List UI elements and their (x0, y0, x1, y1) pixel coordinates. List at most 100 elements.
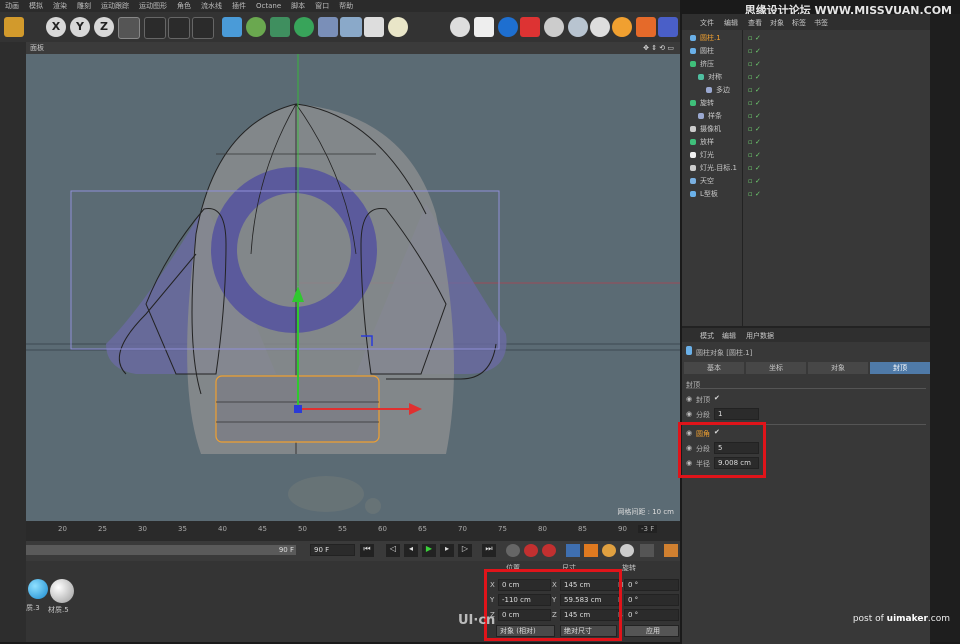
menu-item-animate[interactable]: 动画 (0, 0, 24, 12)
render-picture-viewer-icon[interactable] (168, 17, 190, 39)
play-icon[interactable]: ▶ (422, 544, 436, 557)
menu-edit-attr[interactable]: 编辑 (722, 331, 736, 341)
light-icon[interactable] (388, 17, 408, 37)
caps-checkbox[interactable]: ✔ (714, 394, 720, 402)
menu-item-character[interactable]: 角色 (172, 0, 196, 12)
menu-item-script[interactable]: 脚本 (286, 0, 310, 12)
menu-item-octane[interactable]: Octane (251, 0, 286, 12)
timeline-ruler[interactable]: 20 25 30 35 40 45 50 55 60 65 70 75 80 8… (26, 521, 680, 541)
menu-item-help[interactable]: 帮助 (334, 0, 358, 12)
rot-h-field[interactable]: 0 ° (624, 579, 679, 591)
pen-icon[interactable] (246, 17, 266, 37)
visibility-check-icon[interactable]: ▫ ✓ (748, 162, 761, 175)
object-row[interactable]: 摄像机 ▫ ✓ (682, 123, 930, 136)
menu-file[interactable]: 文件 (700, 18, 714, 28)
object-name[interactable]: 样条 (708, 110, 722, 123)
render-view-icon[interactable] (144, 17, 166, 39)
object-name[interactable]: 灯光 (700, 149, 714, 162)
menu-item-mograph[interactable]: 运动图形 (134, 0, 172, 12)
next-frame-icon[interactable]: ▸ (440, 544, 454, 557)
octane-light-icon[interactable] (474, 17, 494, 37)
axis-z-button[interactable]: Z (94, 17, 114, 37)
object-name[interactable]: 挤压 (700, 58, 714, 71)
tab-basic[interactable]: 基本 (684, 362, 744, 374)
visibility-check-icon[interactable]: ▫ ✓ (748, 175, 761, 188)
coordinate-system-icon[interactable] (118, 17, 140, 39)
key-pla-icon[interactable] (640, 544, 654, 557)
object-name[interactable]: L型板 (700, 188, 718, 201)
object-name[interactable]: 摄像机 (700, 123, 721, 136)
visibility-check-icon[interactable]: ▫ ✓ (748, 110, 761, 123)
cloner-icon[interactable] (294, 17, 314, 37)
prev-key-icon[interactable]: ◁ (386, 544, 400, 557)
floor-icon[interactable] (340, 17, 362, 37)
octane-settings-icon[interactable] (658, 17, 678, 37)
visibility-check-icon[interactable]: ▫ ✓ (748, 32, 761, 45)
object-name[interactable]: 灯光.目标.1 (700, 162, 737, 175)
prev-frame-icon[interactable]: ◂ (404, 544, 418, 557)
menu-item-simulate[interactable]: 模拟 (24, 0, 48, 12)
menu-userdata[interactable]: 用户数据 (746, 331, 774, 341)
object-row[interactable]: 灯光 ▫ ✓ (682, 149, 930, 162)
current-frame-field[interactable]: -3 F (638, 525, 658, 533)
octane-glossy-icon[interactable] (590, 17, 610, 37)
visibility-check-icon[interactable]: ▫ ✓ (748, 123, 761, 136)
cap-segments-radio-icon[interactable]: ◉ (686, 410, 692, 418)
viewport-title[interactable]: 面板 (26, 44, 44, 52)
menu-item-window[interactable]: 窗口 (310, 0, 334, 12)
visibility-check-icon[interactable]: ▫ ✓ (748, 136, 761, 149)
object-row[interactable]: 天空 ▫ ✓ (682, 175, 930, 188)
visibility-check-icon[interactable]: ▫ ✓ (748, 188, 761, 201)
camera-icon[interactable] (364, 17, 384, 37)
key-position-icon[interactable] (566, 544, 580, 557)
record-disabled-icon[interactable] (506, 544, 520, 557)
object-name[interactable]: 多边 (716, 84, 730, 97)
next-key-icon[interactable]: ▷ (458, 544, 472, 557)
rot-b-field[interactable]: 0 ° (624, 609, 679, 621)
menu-item-pipeline[interactable]: 流水线 (196, 0, 227, 12)
axis-y-button[interactable]: Y (70, 17, 90, 37)
viewport-nav-icon[interactable]: ✥ ⇕ ⟲ ▭ (639, 42, 674, 54)
menu-view[interactable]: 查看 (748, 18, 762, 28)
key-rotation-icon[interactable] (602, 544, 616, 557)
cap-segments-field[interactable]: 1 (714, 408, 759, 420)
visibility-check-icon[interactable]: ▫ ✓ (748, 97, 761, 110)
octane-contrast-icon[interactable] (498, 17, 518, 37)
object-row[interactable]: 灯光.目标.1 ▫ ✓ (682, 162, 930, 175)
menu-item-plugins[interactable]: 插件 (227, 0, 251, 12)
object-row[interactable]: 多边 ▫ ✓ (682, 84, 930, 97)
menu-item-render[interactable]: 渲染 (48, 0, 72, 12)
record-active-icon[interactable] (524, 544, 538, 557)
object-row[interactable]: 样条 ▫ ✓ (682, 110, 930, 123)
visibility-check-icon[interactable]: ▫ ✓ (748, 45, 761, 58)
apply-button[interactable]: 应用 (624, 625, 679, 637)
end-frame-field[interactable]: 90 F (310, 544, 355, 556)
octane-scatter-icon[interactable] (636, 17, 656, 37)
goto-start-icon[interactable]: ⏮ (360, 544, 374, 557)
object-row[interactable]: 对称 ▫ ✓ (682, 71, 930, 84)
object-name[interactable]: 圆柱 (700, 45, 714, 58)
octane-target-icon[interactable] (450, 17, 470, 37)
key-param-icon[interactable] (620, 544, 634, 557)
tab-coordinates[interactable]: 坐标 (746, 362, 806, 374)
menu-mode[interactable]: 模式 (700, 331, 714, 341)
octane-material-icon[interactable] (568, 17, 588, 37)
object-row[interactable]: 旋转 ▫ ✓ (682, 97, 930, 110)
viewport[interactable]: 网格间距 : 10 cm (26, 54, 680, 521)
menu-item-tracking[interactable]: 运动跟踪 (96, 0, 134, 12)
object-row[interactable]: 放样 ▫ ✓ (682, 136, 930, 149)
octane-sun-icon[interactable] (612, 17, 632, 37)
tab-caps[interactable]: 封顶 (870, 362, 930, 374)
goto-end-icon[interactable]: ⏭ (482, 544, 496, 557)
object-name[interactable]: 天空 (700, 175, 714, 188)
octane-camera-icon[interactable] (520, 17, 540, 37)
menu-edit[interactable]: 编辑 (724, 18, 738, 28)
visibility-check-icon[interactable]: ▫ ✓ (748, 84, 761, 97)
visibility-check-icon[interactable]: ▫ ✓ (748, 58, 761, 71)
caps-radio-icon[interactable]: ◉ (686, 395, 692, 403)
material-swatch[interactable] (50, 579, 74, 603)
object-name[interactable]: 旋转 (700, 97, 714, 110)
object-row[interactable]: 挤压 ▫ ✓ (682, 58, 930, 71)
tab-object[interactable]: 对象 (808, 362, 868, 374)
key-scale-icon[interactable] (584, 544, 598, 557)
